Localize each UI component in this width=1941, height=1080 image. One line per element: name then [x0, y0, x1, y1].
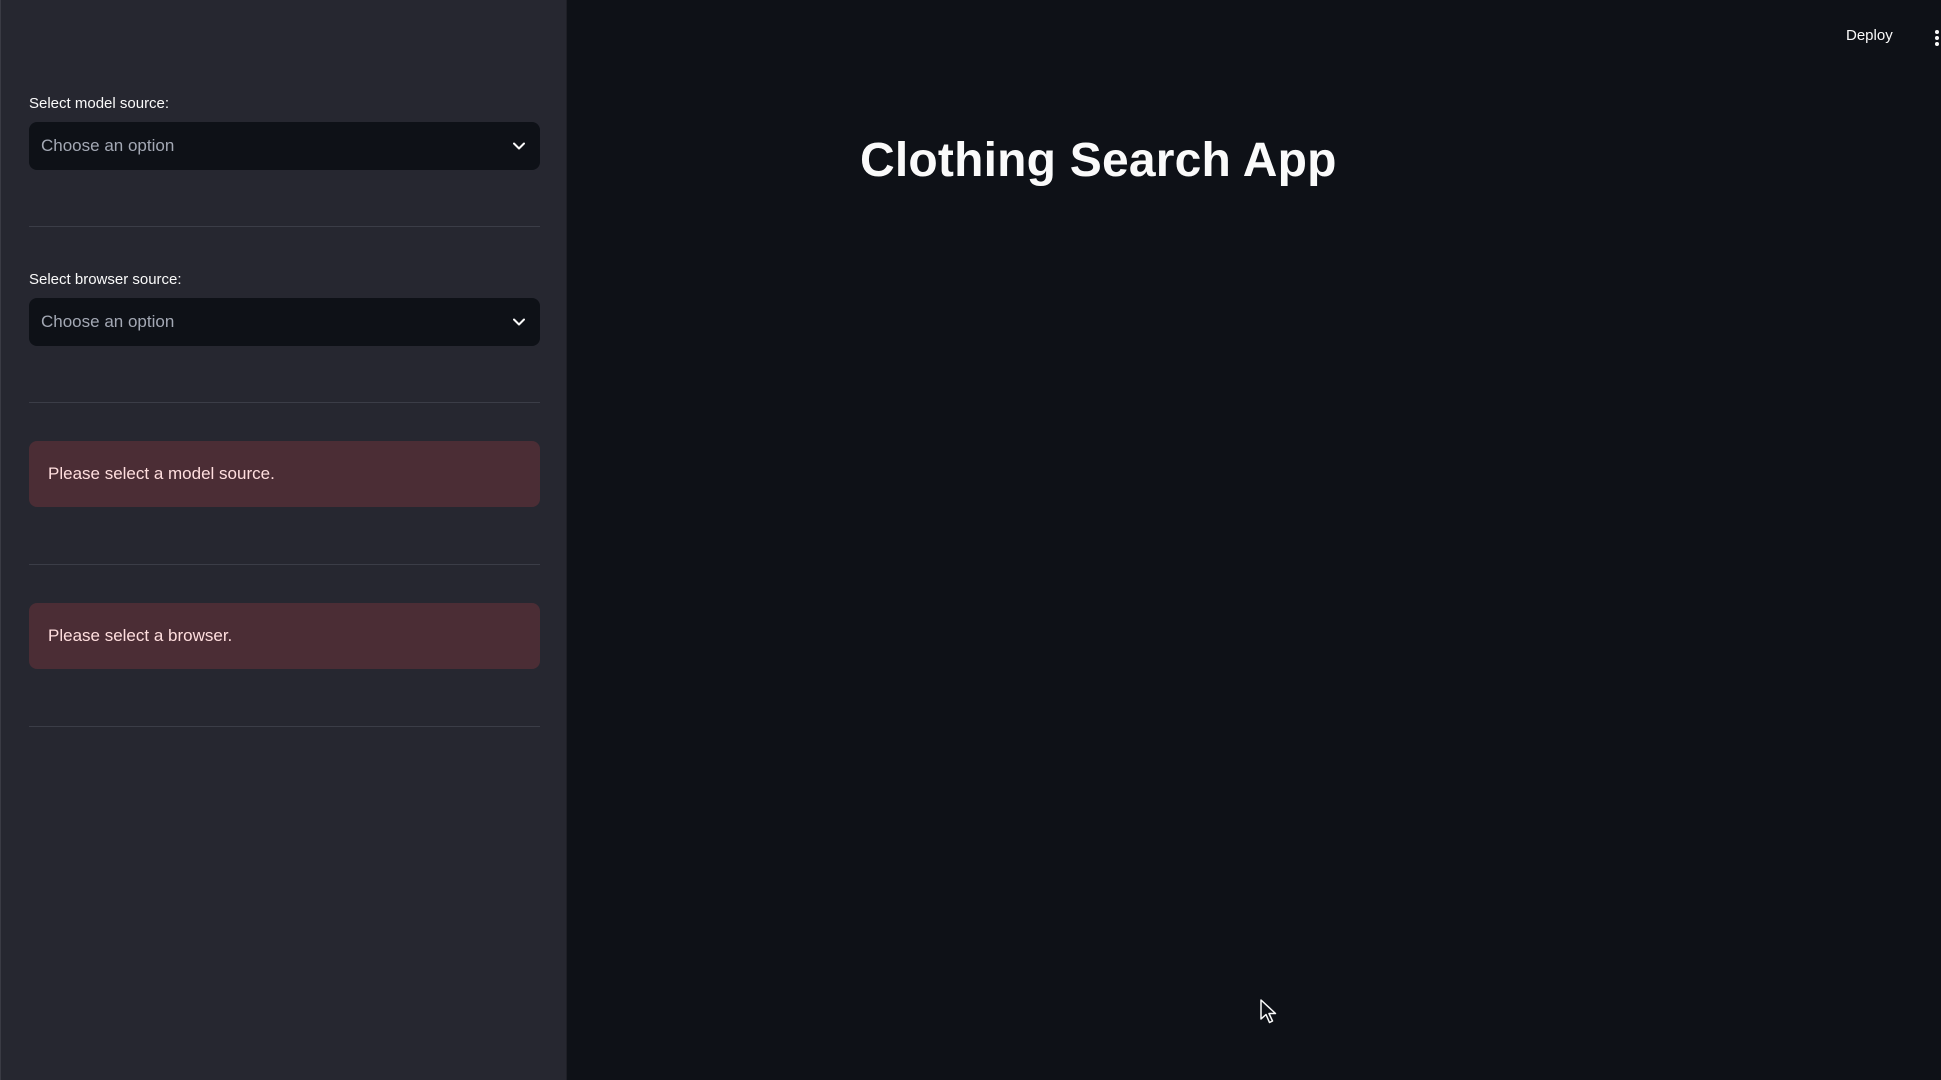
- browser-source-placeholder: Choose an option: [41, 312, 175, 331]
- sidebar-divider: [29, 402, 540, 403]
- chevron-down-icon: [512, 139, 526, 153]
- sidebar: Select model source: Choose an option Se…: [0, 0, 567, 1080]
- sidebar-divider: [29, 726, 540, 727]
- sidebar-divider: [29, 226, 540, 227]
- model-source-select[interactable]: Choose an option: [29, 122, 540, 170]
- alert-text: Please select a model source.: [48, 464, 275, 483]
- model-source-label: Select model source:: [29, 95, 170, 112]
- deploy-button[interactable]: Deploy: [1846, 27, 1893, 44]
- browser-error-alert: Please select a browser.: [29, 603, 540, 669]
- model-source-error-alert: Please select a model source.: [29, 441, 540, 507]
- kebab-menu-icon[interactable]: [1933, 28, 1941, 48]
- app-root: Select model source: Choose an option Se…: [0, 0, 1941, 1080]
- browser-source-label: Select browser source:: [29, 271, 182, 288]
- browser-source-select[interactable]: Choose an option: [29, 298, 540, 346]
- page-title: Clothing Search App: [860, 134, 1337, 187]
- model-source-placeholder: Choose an option: [41, 136, 175, 155]
- chevron-down-icon: [512, 315, 526, 329]
- mouse-cursor-icon: [1260, 999, 1278, 1025]
- alert-text: Please select a browser.: [48, 626, 233, 645]
- sidebar-divider: [29, 564, 540, 565]
